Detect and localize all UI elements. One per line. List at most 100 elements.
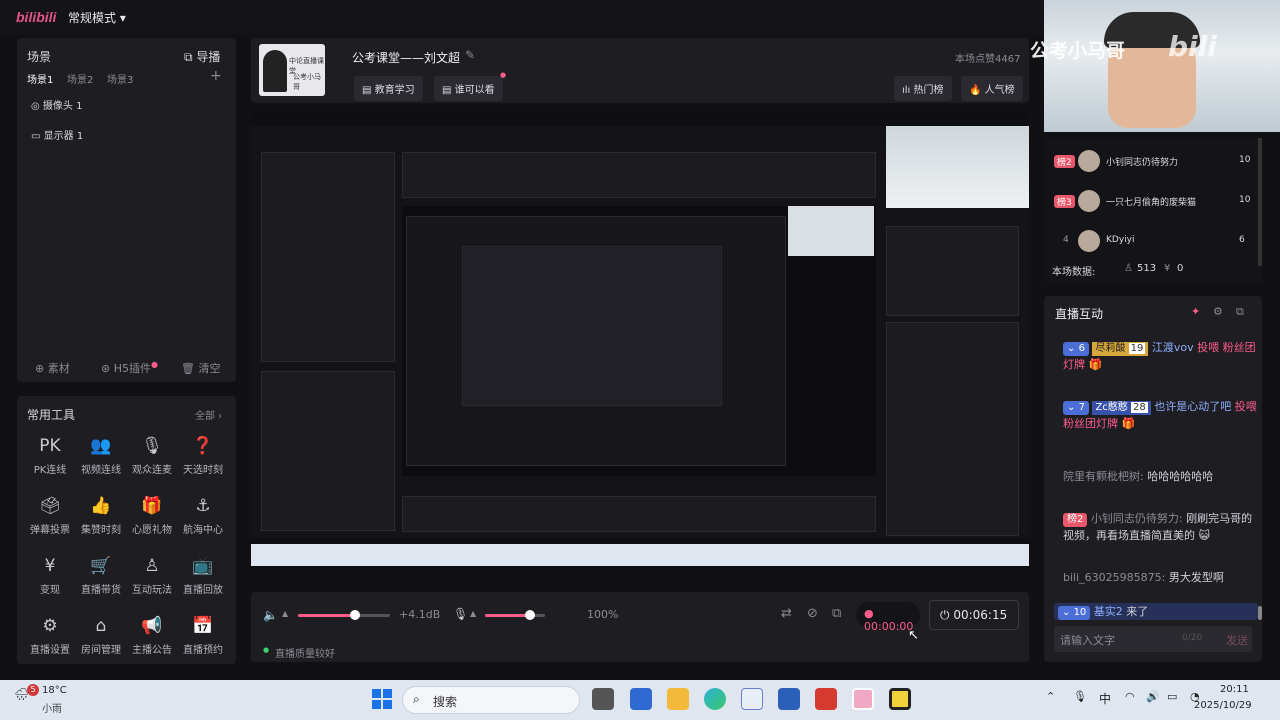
mode-dropdown[interactable]: 常规模式 ▾: [68, 9, 126, 26]
tool-12[interactable]: 📺 直播回放: [176, 556, 230, 596]
word-icon[interactable]: [778, 688, 800, 710]
notification-badge: 5: [27, 684, 39, 696]
task-view-icon[interactable]: [592, 688, 614, 710]
tool-15[interactable]: 📢 主播公告: [125, 616, 179, 656]
mic-volume-slider[interactable]: [485, 610, 545, 620]
mic-dropdown[interactable]: ▲: [470, 609, 476, 618]
tool-14[interactable]: ⌂ 房间管理: [74, 616, 128, 656]
clock-date[interactable]: 2025/10/29: [1194, 700, 1252, 711]
chat-scrollbar[interactable]: [1258, 606, 1262, 620]
tool-2[interactable]: 👥 视频连线: [74, 436, 128, 476]
tool-label: 航海中心: [183, 525, 223, 536]
tool-label: 房间管理: [81, 645, 121, 656]
tool-10[interactable]: 🛒 直播带货: [74, 556, 128, 596]
tool-11[interactable]: ♙ 互动玩法: [125, 556, 179, 596]
chevron-up-icon[interactable]: ⌃: [1046, 690, 1055, 703]
tool-icon: ⚓: [195, 496, 211, 516]
mute-link-icon[interactable]: ⊘: [807, 606, 818, 621]
rank-scrollbar[interactable]: [1258, 138, 1262, 266]
popout-icon[interactable]: ⧉: [1236, 305, 1244, 319]
all-tools-link[interactable]: 全部 ›: [195, 407, 222, 422]
volume-icon[interactable]: 🔊: [1146, 690, 1160, 703]
tool-9[interactable]: ¥ 变现: [23, 556, 77, 596]
tool-icon: ❓: [192, 436, 214, 456]
store-icon[interactable]: [630, 688, 652, 710]
avatar: [1078, 150, 1100, 172]
clock-time[interactable]: 20:11: [1220, 684, 1249, 695]
chat-message-3: 院里有颗枇杷树: 哈哈哈哈哈哈: [1063, 470, 1214, 483]
rank-row[interactable]: 榜2 小钊同志仍待努力 10: [1052, 150, 1262, 174]
rank-badge: 榜2: [1054, 155, 1075, 168]
fan-medal: Zc憨憨 28: [1092, 401, 1151, 415]
windows-start-icon[interactable]: [372, 689, 392, 709]
pdf-icon[interactable]: [815, 688, 837, 710]
stream-preview[interactable]: [251, 110, 1029, 568]
tool-7[interactable]: 🎁 心愿礼物: [125, 496, 179, 536]
user-level-badge: ⌄ 6: [1063, 342, 1089, 356]
hot-rank-button[interactable]: ılı 热门榜: [894, 76, 952, 101]
source-display[interactable]: ▭ 显示器 1: [31, 127, 83, 142]
screen-record-icon[interactable]: ⧉: [832, 606, 841, 621]
rank-row[interactable]: 4 KDyiyi 6: [1052, 230, 1262, 254]
coin-count: 0: [1177, 263, 1184, 274]
mini-tools-panel: [261, 371, 395, 531]
source-camera[interactable]: ◎ 摄像头 1: [31, 97, 82, 112]
mini-camera: [886, 126, 1029, 208]
rank-score: 10: [1239, 195, 1251, 205]
send-button[interactable]: 发送: [1226, 632, 1248, 648]
rank-user-name: 小钊同志仍待努力: [1106, 158, 1179, 168]
wps-icon[interactable]: [741, 688, 763, 710]
tool-icon: 📺: [192, 556, 214, 576]
avatar: [263, 50, 287, 92]
tool-label: 弹幕投票: [30, 525, 70, 536]
tool-4[interactable]: ❓ 天选时刻: [176, 436, 230, 476]
tool-5[interactable]: 🗳 弹幕投票: [23, 496, 77, 536]
popular-rank-button[interactable]: 🔥 人气榜: [961, 76, 1023, 101]
clear-button[interactable]: 🗑 清空: [181, 360, 220, 376]
mic-icon[interactable]: 🎙: [453, 607, 468, 621]
tab-scene-3[interactable]: 场景3: [107, 71, 133, 86]
tool-icon: 🗳: [39, 496, 61, 516]
tool-16[interactable]: 📅 直播预约: [176, 616, 230, 656]
tool-8[interactable]: ⚓ 航海中心: [176, 496, 230, 536]
swap-icon[interactable]: ⇄: [781, 606, 792, 621]
obs-like-icon[interactable]: [889, 688, 911, 710]
tool-1[interactable]: PK PK连线: [23, 436, 77, 476]
bilibili-live-icon[interactable]: [852, 688, 874, 710]
rank-panel: 榜2 小钊同志仍待努力 10 榜3 一只七月偷角的废柴猫 10 4 KDyiyi 6 本场数据:…: [1044, 138, 1262, 282]
settings-icon[interactable]: ⚙: [1213, 305, 1223, 318]
edit-icon[interactable]: ✎: [465, 48, 475, 62]
chat-input[interactable]: 请输入文字 0/20 发送: [1054, 626, 1252, 652]
taskbar-search[interactable]: ⌕ 搜索: [402, 686, 580, 714]
edge-browser-icon[interactable]: [704, 688, 726, 710]
import-button[interactable]: ⧉ 导播: [184, 48, 220, 65]
mic-tray-icon[interactable]: 🎙: [1073, 690, 1087, 703]
live-timer-button[interactable]: ⏻ 00:06:15: [929, 600, 1019, 630]
battery-icon[interactable]: ▭: [1167, 690, 1177, 703]
material-button[interactable]: ⊕ 素材: [35, 360, 70, 376]
tab-scene-2[interactable]: 场景2: [67, 71, 93, 86]
wifi-icon[interactable]: ◠: [1125, 690, 1135, 703]
tab-scene-1[interactable]: 场景1: [27, 71, 53, 86]
viewer-icon: ♙: [1124, 263, 1133, 274]
speaker-volume-slider[interactable]: [298, 610, 390, 620]
speaker-icon[interactable]: 🔈: [263, 608, 278, 622]
file-explorer-icon[interactable]: [667, 688, 689, 710]
magic-icon[interactable]: ✦: [1191, 305, 1200, 318]
quality-dot: ●: [263, 646, 270, 654]
room-cover[interactable]: 中论直播课堂 公考小马哥: [259, 44, 325, 96]
tool-3[interactable]: 🎙 观众连麦: [125, 436, 179, 476]
tool-6[interactable]: 👍 集赞时刻: [74, 496, 128, 536]
add-scene-button[interactable]: +: [210, 68, 222, 84]
tool-13[interactable]: ⚙ 直播设置: [23, 616, 77, 656]
speaker-dropdown[interactable]: ▲: [282, 609, 288, 618]
record-button[interactable]: ● 00:00:00: [856, 602, 920, 633]
visibility-tag[interactable]: ▤ 谁可以看: [434, 76, 503, 101]
h5-plugin-button[interactable]: ⊛ H5插件●: [101, 360, 158, 376]
camera-feed: 公考小马哥 bili: [1030, 0, 1280, 132]
ime-indicator[interactable]: 中: [1099, 690, 1111, 707]
room-header: 中论直播课堂 公考小马哥 公考课堂——刘文超 ✎ ▤ 教育学习 ▤ 谁可以看 ●…: [251, 38, 1029, 103]
rank-row[interactable]: 榜3 一只七月偷角的废柴猫 10: [1052, 190, 1262, 214]
camera-icon: ◎: [31, 101, 43, 112]
category-tag[interactable]: ▤ 教育学习: [354, 76, 423, 101]
